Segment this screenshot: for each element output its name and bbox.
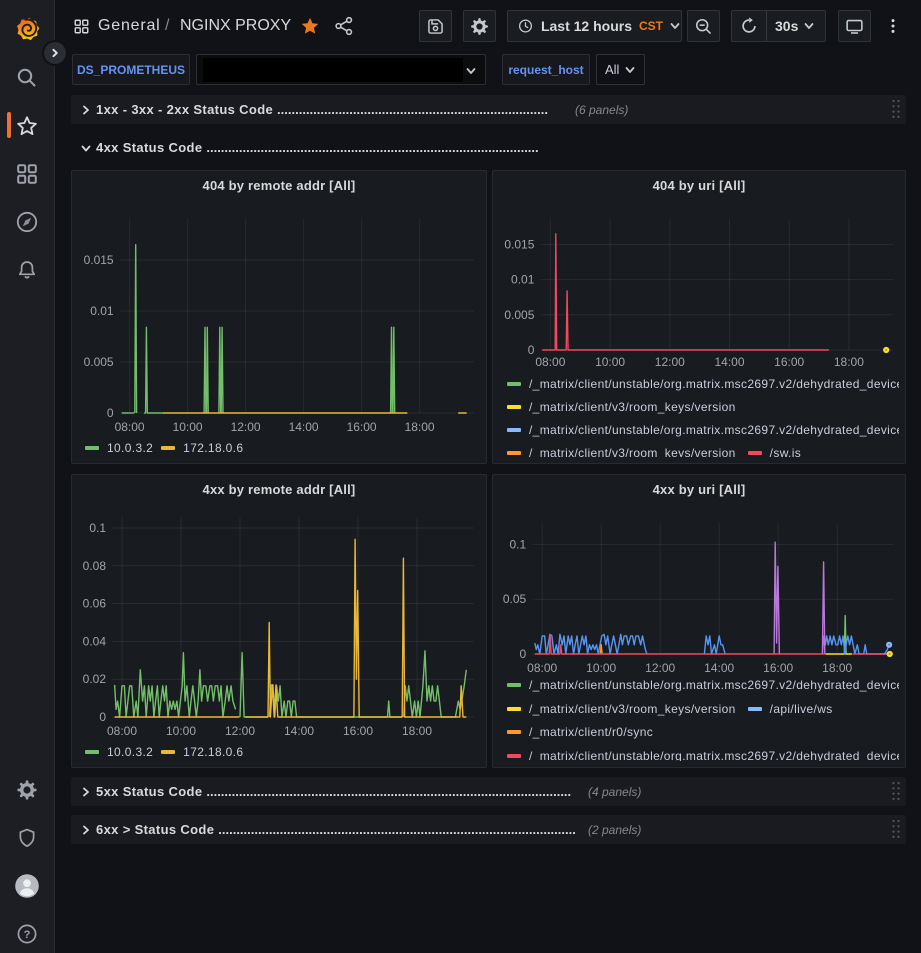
- svg-text:0.05: 0.05: [503, 592, 527, 606]
- svg-text:10:00: 10:00: [166, 724, 196, 738]
- svg-text:12:00: 12:00: [231, 420, 261, 434]
- svg-text:18:00: 18:00: [822, 661, 852, 675]
- svg-text:0: 0: [99, 710, 106, 724]
- svg-text:0: 0: [528, 343, 535, 357]
- svg-text:10:00: 10:00: [586, 661, 616, 675]
- svg-text:16:00: 16:00: [343, 724, 373, 738]
- svg-text:08:00: 08:00: [107, 724, 137, 738]
- svg-text:14:00: 14:00: [284, 724, 314, 738]
- svg-text:18:00: 18:00: [405, 420, 435, 434]
- svg-text:16:00: 16:00: [774, 355, 804, 369]
- svg-text:12:00: 12:00: [225, 724, 255, 738]
- svg-text:0.08: 0.08: [83, 559, 107, 573]
- svg-text:0: 0: [107, 406, 114, 420]
- svg-text:0.1: 0.1: [510, 537, 527, 551]
- svg-text:08:00: 08:00: [535, 355, 565, 369]
- svg-text:0.1: 0.1: [89, 521, 106, 535]
- svg-text:10:00: 10:00: [173, 420, 203, 434]
- svg-text:0.015: 0.015: [84, 253, 114, 267]
- svg-text:12:00: 12:00: [645, 661, 675, 675]
- svg-text:0: 0: [520, 647, 527, 661]
- svg-text:16:00: 16:00: [763, 661, 793, 675]
- svg-text:08:00: 08:00: [527, 661, 557, 675]
- svg-text:0.02: 0.02: [83, 672, 107, 686]
- svg-text:08:00: 08:00: [115, 420, 145, 434]
- svg-text:0.01: 0.01: [90, 304, 114, 318]
- svg-text:0.04: 0.04: [83, 634, 107, 648]
- svg-text:14:00: 14:00: [714, 355, 744, 369]
- svg-text:0.01: 0.01: [511, 273, 535, 287]
- svg-text:18:00: 18:00: [834, 355, 864, 369]
- svg-text:0.005: 0.005: [504, 308, 534, 322]
- svg-text:0.015: 0.015: [504, 237, 534, 251]
- svg-text:14:00: 14:00: [289, 420, 319, 434]
- svg-text:0.06: 0.06: [83, 597, 107, 611]
- svg-text:0.005: 0.005: [84, 355, 114, 369]
- svg-text:14:00: 14:00: [704, 661, 734, 675]
- svg-text:?: ?: [24, 929, 31, 941]
- svg-text:18:00: 18:00: [402, 724, 432, 738]
- svg-text:16:00: 16:00: [347, 420, 377, 434]
- svg-text:12:00: 12:00: [655, 355, 685, 369]
- svg-text:10:00: 10:00: [595, 355, 625, 369]
